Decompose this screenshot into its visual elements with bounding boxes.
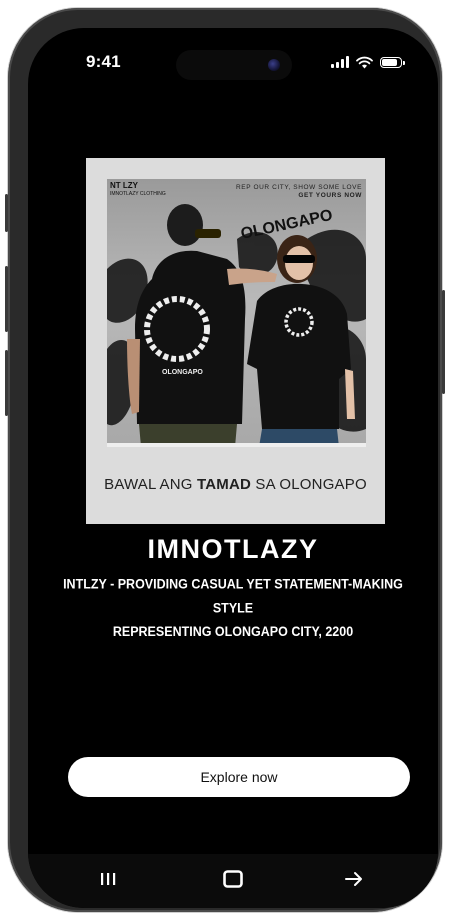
- front-camera-icon: [268, 59, 280, 71]
- back-button[interactable]: [334, 864, 374, 894]
- caption-suffix: SA OLONGAPO: [251, 476, 367, 493]
- photo-brand-subtext: IMNOTLAZY CLOTHING: [110, 191, 166, 197]
- caption-prefix: BAWAL ANG: [104, 476, 198, 493]
- app-screen: 9:41 OLONGAPO OLONGAPO NT LZY IMNOTLAZY …: [28, 28, 438, 908]
- recents-button[interactable]: [88, 864, 128, 894]
- system-nav-bar: [28, 854, 438, 908]
- action-button: [5, 194, 8, 232]
- recents-icon: [101, 873, 116, 885]
- volume-up-button: [5, 266, 8, 332]
- brand-description-line1: INTLZY - PROVIDING CASUAL YET STATEMENT-…: [63, 576, 403, 616]
- status-time: 9:41: [86, 52, 121, 71]
- status-icons: [331, 55, 405, 69]
- photo-brand-mark: NT LZY IMNOTLAZY CLOTHING: [110, 182, 166, 198]
- brand-title: IMNOTLAZY: [147, 534, 319, 564]
- photo-tagline-line1: REP OUR CITY, SHOW SOME LOVE: [236, 184, 362, 191]
- hero-caption: BAWAL ANG TAMAD SA OLONGAPO: [86, 476, 385, 493]
- explore-now-button[interactable]: Explore now: [68, 757, 410, 797]
- home-icon: [223, 870, 243, 888]
- hero-image-card: OLONGAPO OLONGAPO NT LZY IMNOTLAZY CLOTH…: [86, 158, 385, 524]
- dynamic-island: [176, 50, 292, 80]
- photo-brand-text: NT LZY: [110, 181, 138, 190]
- status-bar: 9:41: [28, 28, 438, 88]
- hero-photo: OLONGAPO OLONGAPO NT LZY IMNOTLAZY CLOTH…: [107, 179, 366, 447]
- wifi-icon: [356, 56, 373, 68]
- photo-tagline: REP OUR CITY, SHOW SOME LOVE GET YOURS N…: [236, 184, 362, 200]
- brand-description-line2: REPRESENTING OLONGAPO CITY, 2200: [112, 624, 354, 640]
- cellular-signal-icon: [331, 56, 349, 68]
- power-button: [442, 290, 445, 394]
- caption-emphasis: TAMAD: [197, 476, 252, 493]
- battery-level: [382, 58, 398, 66]
- volume-down-button: [5, 350, 8, 416]
- photo-tagline-line2: GET YOURS NOW: [298, 192, 362, 199]
- forward-arrow-icon: [345, 872, 362, 886]
- battery-icon: [380, 56, 405, 68]
- brand-description: INTLZY - PROVIDING CASUAL YET STATEMENT-…: [58, 572, 408, 643]
- home-button[interactable]: [213, 864, 253, 894]
- shirt-print-text: OLONGAPO: [162, 369, 203, 376]
- phone-frame: 9:41 OLONGAPO OLONGAPO NT LZY IMNOTLAZY …: [5, 8, 445, 912]
- models-illustration: OLONGAPO OLONGAPO: [107, 204, 366, 447]
